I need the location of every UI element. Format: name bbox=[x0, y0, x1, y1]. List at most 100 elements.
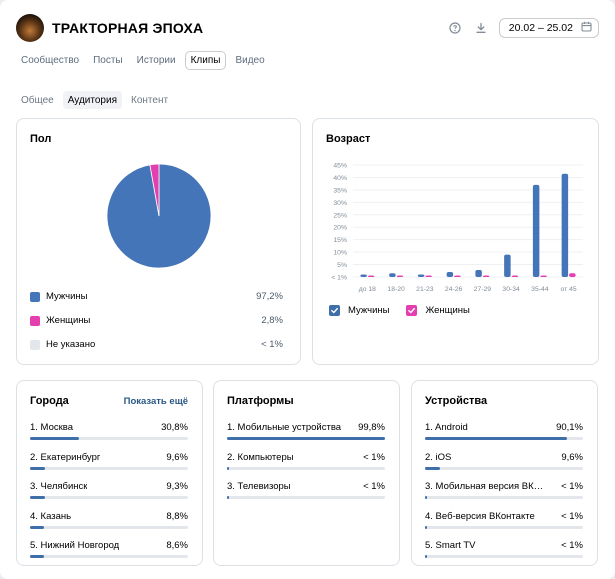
cities-card: Города Показать ещё 1. Москва 30,8% 2. Ека… bbox=[16, 380, 203, 566]
bar-female-6 bbox=[511, 275, 519, 277]
list-item-label: 2. iOS bbox=[425, 451, 452, 463]
list-item: 5. Smart TV < 1% bbox=[425, 540, 583, 570]
gender-card: Пол Мужчины 97,2% Женщины 2,8% Не указан… bbox=[16, 118, 301, 365]
subtab-audience[interactable]: Аудитория bbox=[62, 91, 122, 109]
progress-fill bbox=[425, 555, 427, 558]
y-tick-label: 35% bbox=[333, 187, 347, 194]
list-item: 2. Екатеринбург 9,6% bbox=[30, 452, 188, 482]
bar-female-1 bbox=[367, 275, 375, 277]
legend-item-male: Мужчины 97,2% bbox=[30, 291, 283, 302]
list-item-value: 30,8% bbox=[161, 422, 188, 433]
male-checkbox[interactable] bbox=[329, 305, 340, 316]
y-tick-label: 10% bbox=[333, 250, 347, 257]
list-item-label: 1. Мобильные устройства bbox=[227, 422, 342, 433]
progress-fill bbox=[425, 525, 427, 529]
list-item-value: < 1% bbox=[363, 451, 385, 463]
list-item-value: 8,6% bbox=[166, 540, 188, 551]
progress-track bbox=[227, 496, 385, 499]
subtab-overview[interactable]: Общее bbox=[16, 91, 59, 109]
tab-clips[interactable]: Клипы bbox=[184, 51, 227, 70]
devices-list: 1. Android 90,1% 2. iOS 9,6% 3. Мобильная ве… bbox=[425, 422, 583, 570]
y-tick-label: 40% bbox=[333, 175, 347, 182]
subtab-content[interactable]: Контент bbox=[126, 91, 173, 109]
date-range-label: 20.02 – 25.02 bbox=[508, 22, 573, 34]
list-item: 1. Мобильные устройства 99,8% bbox=[227, 422, 385, 452]
female-swatch bbox=[30, 315, 40, 326]
x-tick-label: 18-20 bbox=[387, 286, 405, 293]
bar-male-1 bbox=[360, 274, 367, 277]
unknown-swatch bbox=[30, 339, 40, 350]
x-tick-label: 21-23 bbox=[416, 286, 434, 293]
page-header: ТРАКТОРНАЯ ЭПОХА 20.02 – 25.02 bbox=[16, 12, 599, 44]
date-range-picker[interactable]: 20.02 – 25.02 bbox=[498, 18, 599, 38]
list-item-value: < 1% bbox=[561, 540, 583, 551]
legend-label-male: Мужчины bbox=[348, 305, 390, 316]
list-item: 4. Казань 8,8% bbox=[30, 511, 188, 541]
bar-female-2 bbox=[396, 275, 404, 277]
tab-video[interactable]: Видео bbox=[230, 51, 269, 70]
bar-female-7 bbox=[540, 275, 547, 277]
list-item: 5. Нижний Новгород 8,6% bbox=[30, 540, 188, 570]
list-item-label: 2. Компьютеры bbox=[227, 451, 294, 463]
list-item: 3. Челябинск 9,3% bbox=[30, 481, 188, 511]
download-icon[interactable] bbox=[473, 20, 489, 36]
help-icon[interactable] bbox=[447, 20, 463, 36]
list-item: 2. Компьютеры < 1% bbox=[227, 452, 385, 482]
progress-track bbox=[425, 496, 583, 499]
y-tick-label: 5% bbox=[337, 262, 347, 269]
age-legend: Мужчины Женщины bbox=[329, 305, 487, 316]
progress-track bbox=[227, 437, 385, 440]
y-tick-label: 25% bbox=[333, 212, 347, 219]
y-tick-label: 15% bbox=[333, 237, 347, 244]
bar-male-7 bbox=[532, 184, 540, 277]
bar-female-5 bbox=[482, 275, 490, 277]
y-tick-label: < 1% bbox=[331, 275, 347, 282]
progress-track bbox=[30, 525, 188, 529]
tab-stories[interactable]: Истории bbox=[132, 51, 181, 70]
list-item: 1. Москва 30,8% bbox=[30, 422, 188, 452]
bar-male-2 bbox=[389, 273, 396, 277]
progress-fill bbox=[227, 466, 229, 470]
x-tick-label: 24-26 bbox=[445, 286, 463, 293]
list-item-value: 99,8% bbox=[358, 422, 385, 433]
list-item-label: 5. Нижний Новгород bbox=[30, 540, 120, 551]
legend-item-unknown: Не указано < 1% bbox=[30, 339, 283, 350]
platforms-list: 1. Мобильные устройства 99,8% 2. Компьютер… bbox=[227, 422, 385, 511]
list-item-value: 9,3% bbox=[166, 481, 188, 492]
female-checkbox[interactable] bbox=[406, 305, 418, 316]
list-item: 2. iOS 9,6% bbox=[425, 452, 583, 482]
list-item-label: 3. Телевизоры bbox=[227, 481, 291, 492]
bar-female-3 bbox=[425, 275, 432, 277]
show-more-link[interactable]: Показать ещё bbox=[124, 396, 188, 407]
y-tick-label: 30% bbox=[333, 200, 347, 207]
bar-male-3 bbox=[417, 274, 425, 277]
list-item-value: < 1% bbox=[561, 481, 583, 492]
bar-male-6 bbox=[504, 254, 511, 277]
legend-label: Мужчины bbox=[46, 291, 88, 302]
gender-card-title: Пол bbox=[30, 133, 52, 145]
tab-community[interactable]: Сообщество bbox=[16, 51, 84, 70]
list-item-label: 3. Челябинск bbox=[30, 481, 88, 492]
list-item-label: 3. Мобильная версия ВКонтакте bbox=[425, 481, 547, 492]
progress-track bbox=[30, 555, 188, 558]
community-title: ТРАКТОРНАЯ ЭПОХА bbox=[52, 20, 204, 36]
bar-male-4 bbox=[446, 272, 454, 277]
progress-fill bbox=[227, 496, 229, 499]
x-tick-label: 35-44 bbox=[531, 286, 549, 293]
progress-fill bbox=[425, 496, 427, 499]
progress-fill bbox=[425, 437, 568, 440]
list-item: 4. Веб-версия ВКонтакте < 1% bbox=[425, 511, 583, 541]
stats-page: ТРАКТОРНАЯ ЭПОХА 20.02 – 25.02 Сообществ… bbox=[0, 0, 615, 579]
community-avatar[interactable] bbox=[16, 14, 44, 42]
progress-fill bbox=[30, 437, 79, 440]
sub-tabs: Общее Аудитория Контент bbox=[16, 91, 173, 109]
list-item-label: 4. Казань bbox=[30, 510, 72, 522]
progress-track bbox=[30, 496, 188, 499]
progress-fill bbox=[30, 555, 44, 558]
y-tick-label: 20% bbox=[333, 225, 347, 232]
bar-female-4 bbox=[454, 275, 461, 277]
age-bar-chart: < 1% 5% 10% 15% 20% 25% 30% 35% 40% 45% до 18 18-20… bbox=[331, 163, 583, 293]
progress-track bbox=[30, 466, 188, 470]
list-item-label: 4. Веб-версия ВКонтакте bbox=[425, 510, 535, 522]
tab-posts[interactable]: Посты bbox=[88, 51, 128, 70]
